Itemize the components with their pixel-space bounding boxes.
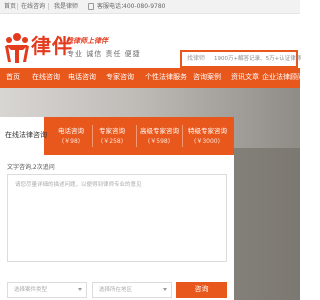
divider xyxy=(136,125,137,147)
nav-item-cases[interactable]: 咨询案例 xyxy=(193,72,221,83)
tab-price: (￥258) xyxy=(100,138,124,145)
divider xyxy=(182,125,183,147)
tab-premier-expert-consult[interactable]: 特级专家咨询 (￥3000) xyxy=(188,117,227,155)
tab-price: (￥3000) xyxy=(194,138,220,145)
brand-slogan: 找律师上律伴 xyxy=(66,37,108,45)
search-stats-text: 1900万+解答记录、5万+认证律师 xyxy=(214,56,302,62)
tab-online-consult[interactable]: 在线法律咨询 xyxy=(0,117,47,155)
main-nav: 首页 在线咨询 电话咨询 专家咨询 个性法律服务 咨询案例 资讯文章 企业法律顾… xyxy=(0,68,304,88)
topbar-consult-link[interactable]: 在线咨询 xyxy=(21,3,45,11)
tab-label: 高级专家咨询 xyxy=(140,127,179,135)
consult-submit-button[interactable]: 咨询 xyxy=(176,282,227,298)
case-type-select-value: 选择案件类型 xyxy=(14,287,48,293)
region-select[interactable]: 选择所在地区 xyxy=(92,282,172,298)
site-header: 律伴 找律师上律伴 专业 诚信 责任 便捷 找律师 1900万+解答记录、5万+… xyxy=(0,14,302,68)
divider xyxy=(17,3,18,10)
topbar-home-link[interactable]: 首页 xyxy=(4,3,16,11)
case-type-select[interactable]: 选择案件类型 xyxy=(7,282,87,298)
topbar-phone-number: 400-080-9780 xyxy=(123,3,166,10)
tab-label: 在线法律咨询 xyxy=(5,131,47,139)
tab-label: 特级专家咨询 xyxy=(188,127,227,135)
nav-item-home[interactable]: 首页 xyxy=(6,72,20,83)
nav-item-articles[interactable]: 资讯文章 xyxy=(231,72,259,83)
tab-label: 专家咨询 xyxy=(99,127,125,135)
tab-senior-expert-consult[interactable]: 高级专家咨询 (￥598) xyxy=(140,117,179,155)
chevron-down-icon xyxy=(78,288,82,291)
chevron-down-icon xyxy=(163,288,167,291)
brand-motto: 专业 诚信 责任 便捷 xyxy=(67,50,141,58)
nav-item-corporate-counsel[interactable]: 企业法律顾问 xyxy=(262,72,304,83)
tab-price: (￥98) xyxy=(61,138,81,145)
divider xyxy=(48,3,49,10)
nav-item-expert-consult[interactable]: 专家咨询 xyxy=(106,72,134,83)
tab-phone-consult[interactable]: 电话咨询 (￥98) xyxy=(52,117,90,155)
tab-price: (￥598) xyxy=(147,138,171,145)
tab-expert-consult[interactable]: 专家咨询 (￥258) xyxy=(93,117,131,155)
nav-item-online-consult[interactable]: 在线咨询 xyxy=(32,72,60,83)
search-box[interactable]: 找律师 1900万+解答记录、5万+认证律师 xyxy=(180,50,302,68)
nav-item-phone-consult[interactable]: 电话咨询 xyxy=(68,72,96,83)
submit-label: 咨询 xyxy=(194,285,209,293)
question-textarea[interactable]: 请您尽量详细的描述问题，以便得到律师专业的意见 xyxy=(7,174,227,262)
consult-tab-strip: 在线法律咨询 电话咨询 (￥98) 专家咨询 (￥258) 高级专家咨询 (￥5… xyxy=(0,117,234,155)
topbar-lawyer-link[interactable]: 我是律师 xyxy=(54,3,78,11)
nav-item-custom-legal-service[interactable]: 个性法律服务 xyxy=(145,72,187,83)
consult-type-label: 文字咨询,2次追问 xyxy=(7,164,55,171)
question-placeholder: 请您尽量详细的描述问题，以便得到律师专业的意见 xyxy=(15,182,142,188)
tab-label: 电话咨询 xyxy=(58,127,84,135)
logo-figure-icon[interactable] xyxy=(4,32,30,64)
search-input[interactable]: 找律师 xyxy=(187,55,205,63)
phone-icon xyxy=(88,3,94,10)
top-utility-bar: 首页 在线咨询 我是律师 客服电话： 400-080-9780 xyxy=(0,0,300,14)
region-select-value: 选择所在地区 xyxy=(99,287,133,293)
